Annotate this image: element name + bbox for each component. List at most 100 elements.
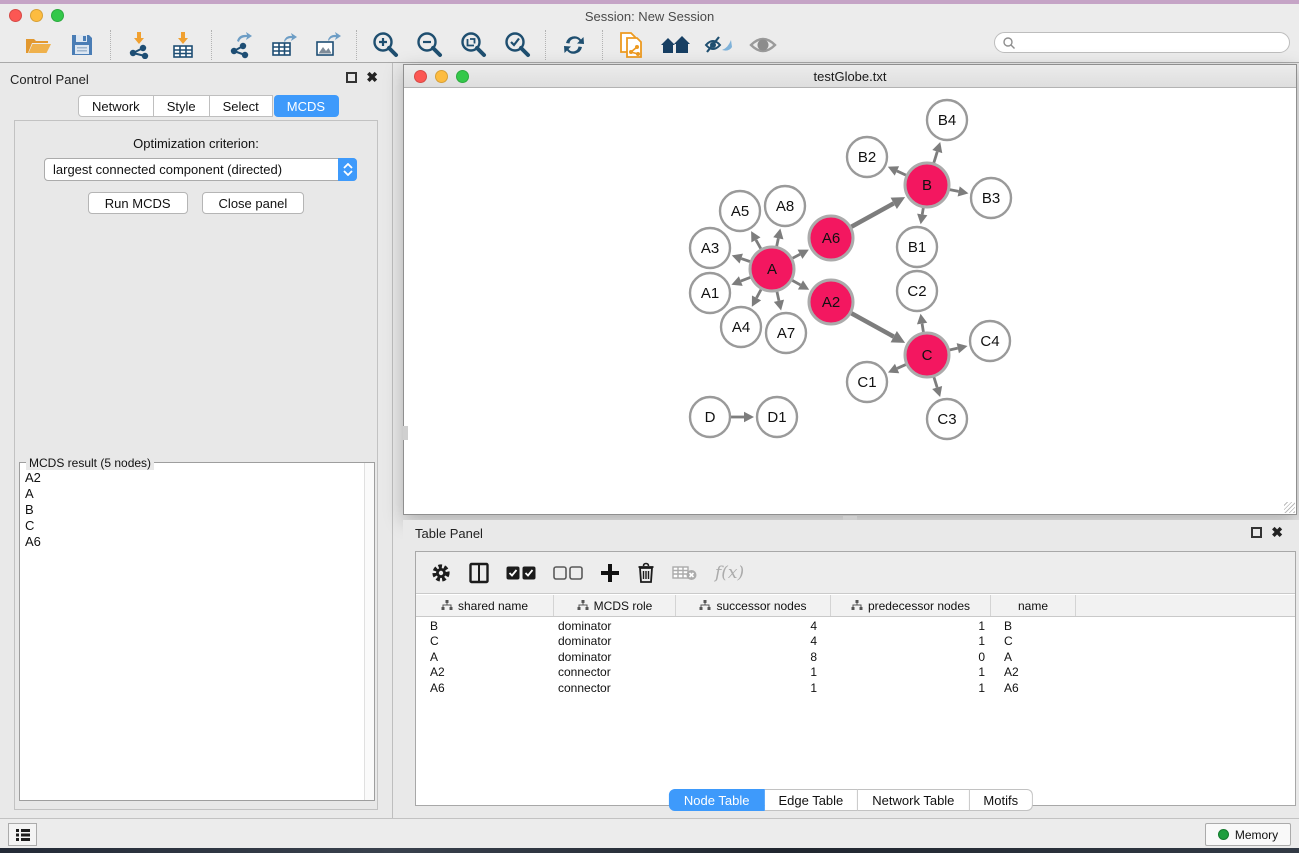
graph-edge-C-C3[interactable] xyxy=(934,377,937,388)
graph-edge-A-A3[interactable] xyxy=(741,259,750,262)
column-header-name[interactable]: name xyxy=(991,595,1076,616)
tab-network-table[interactable]: Network Table xyxy=(858,789,969,811)
tab-node-table[interactable]: Node Table xyxy=(669,789,765,811)
graph-edge-B-B3[interactable] xyxy=(950,190,959,192)
tab-network[interactable]: Network xyxy=(78,95,154,117)
run-mcds-button[interactable]: Run MCDS xyxy=(88,192,188,214)
edge-arrowhead xyxy=(958,186,969,196)
graph-edge-A-A2[interactable] xyxy=(792,280,800,285)
tab-select[interactable]: Select xyxy=(210,95,273,117)
export-table-button[interactable] xyxy=(266,30,302,60)
clone-network-button[interactable] xyxy=(613,30,649,60)
result-scrollbar[interactable] xyxy=(364,463,374,800)
plus-icon xyxy=(600,563,620,583)
task-history-button[interactable] xyxy=(8,823,37,846)
tab-mcds[interactable]: MCDS xyxy=(274,95,339,117)
graph-edge-B-B2[interactable] xyxy=(897,171,906,175)
tab-style[interactable]: Style xyxy=(154,95,210,117)
search-field[interactable] xyxy=(994,32,1290,53)
mcds-result-item[interactable]: A xyxy=(25,486,363,502)
column-header-predecessor-nodes[interactable]: predecessor nodes xyxy=(831,595,991,616)
graph-edge-A2-C[interactable] xyxy=(851,313,894,337)
zoom-in-button[interactable] xyxy=(367,30,403,60)
mcds-result-item[interactable]: C xyxy=(25,518,363,534)
table-cell: A2 xyxy=(416,665,554,681)
graph-edge-A6-B[interactable] xyxy=(851,203,894,227)
float-table-panel-icon[interactable] xyxy=(1251,527,1262,538)
table-cell: 4 xyxy=(676,618,831,634)
close-panel-icon[interactable]: ✖ xyxy=(366,72,378,83)
open-folder-icon xyxy=(24,33,52,57)
session-title: Session: New Session xyxy=(0,9,1299,24)
select-all-button[interactable] xyxy=(506,558,536,588)
splitter-handle[interactable] xyxy=(403,426,408,440)
mcds-result-item[interactable]: A2 xyxy=(25,470,363,486)
graph-edge-C-C2[interactable] xyxy=(922,324,923,333)
column-header-mcds-role[interactable]: MCDS role xyxy=(554,595,676,616)
table-cell: connector xyxy=(554,680,676,696)
table-row[interactable]: Adominator80A xyxy=(416,649,1295,665)
toggle-columns-button[interactable] xyxy=(469,558,489,588)
network-canvas[interactable]: B4B2BB3A5A8A6A3B1AA1C2A2A4A7C4CC1DD1C3 xyxy=(404,88,1296,514)
show-hide-eye-button[interactable] xyxy=(745,30,781,60)
export-image-button[interactable] xyxy=(310,30,346,60)
close-panel-button[interactable]: Close panel xyxy=(202,192,305,214)
graph-edge-B-B4[interactable] xyxy=(934,152,938,163)
graph-edge-C-C4[interactable] xyxy=(949,348,957,350)
graph-edge-A-A7[interactable] xyxy=(777,291,779,300)
function-builder-button[interactable]: f(x) xyxy=(715,558,744,588)
app-window: Session: New Session xyxy=(0,0,1299,853)
delete-rows-button[interactable] xyxy=(637,558,655,588)
close-table-panel-icon[interactable]: ✖ xyxy=(1271,527,1283,538)
criterion-select[interactable]: largest connected component (directed) xyxy=(44,158,357,181)
tab-motifs[interactable]: Motifs xyxy=(969,789,1033,811)
save-session-button[interactable] xyxy=(64,30,100,60)
zoom-fit-button[interactable] xyxy=(455,30,491,60)
memory-button[interactable]: Memory xyxy=(1205,823,1291,846)
graph-edge-A-A1[interactable] xyxy=(741,277,751,281)
graph-edge-A-A6[interactable] xyxy=(792,254,800,258)
table-row[interactable]: Cdominator41C xyxy=(416,634,1295,650)
graph-node-label: D xyxy=(705,409,716,426)
column-header-successor-nodes[interactable]: successor nodes xyxy=(676,595,831,616)
open-file-button[interactable] xyxy=(20,30,56,60)
deselect-all-button[interactable] xyxy=(553,558,583,588)
tab-edge-table[interactable]: Edge Table xyxy=(764,789,858,811)
table-body: Bdominator41BCdominator41CAdominator80AA… xyxy=(416,618,1295,696)
zoom-out-button[interactable] xyxy=(411,30,447,60)
table-cell: dominator xyxy=(554,649,676,665)
table-row[interactable]: Bdominator41B xyxy=(416,618,1295,634)
graph-edge-A-A4[interactable] xyxy=(757,289,762,298)
window-resize-handle[interactable] xyxy=(1284,502,1295,513)
search-input[interactable] xyxy=(1016,34,1289,51)
table-panel-title: Table Panel xyxy=(415,526,483,541)
add-row-button[interactable] xyxy=(600,558,620,588)
mcds-result-item[interactable]: A6 xyxy=(25,534,363,550)
graph-edge-A-A8[interactable] xyxy=(777,238,779,246)
checked-boxes-icon xyxy=(506,566,536,580)
import-network-button[interactable] xyxy=(121,30,157,60)
export-network-button[interactable] xyxy=(222,30,258,60)
delete-table-button[interactable] xyxy=(672,558,698,588)
graph-edge-A-A5[interactable] xyxy=(756,240,761,249)
table-row[interactable]: A2connector11A2 xyxy=(416,665,1295,681)
graph-edge-B-B1[interactable] xyxy=(922,208,923,215)
sitemap-icon xyxy=(577,600,589,611)
column-header-shared-name[interactable]: shared name xyxy=(416,595,554,616)
network-home-button[interactable] xyxy=(657,30,693,60)
table-row[interactable]: A6connector11A6 xyxy=(416,680,1295,696)
zoom-fit-icon xyxy=(458,30,488,60)
table-cell: A xyxy=(991,649,1076,665)
graph-edge-C-C1[interactable] xyxy=(897,364,906,368)
edge-arrowhead xyxy=(774,300,784,311)
graph-node-label: D1 xyxy=(767,409,786,426)
table-settings-button[interactable] xyxy=(430,558,452,588)
float-panel-icon[interactable] xyxy=(346,72,357,83)
zoom-selected-button[interactable] xyxy=(499,30,535,60)
toggle-graphics-details-button[interactable] xyxy=(701,30,737,60)
import-table-button[interactable] xyxy=(165,30,201,60)
refresh-view-button[interactable] xyxy=(556,30,592,60)
network-window-titlebar[interactable]: testGlobe.txt xyxy=(404,65,1296,88)
save-floppy-icon xyxy=(70,33,94,57)
mcds-result-item[interactable]: B xyxy=(25,502,363,518)
